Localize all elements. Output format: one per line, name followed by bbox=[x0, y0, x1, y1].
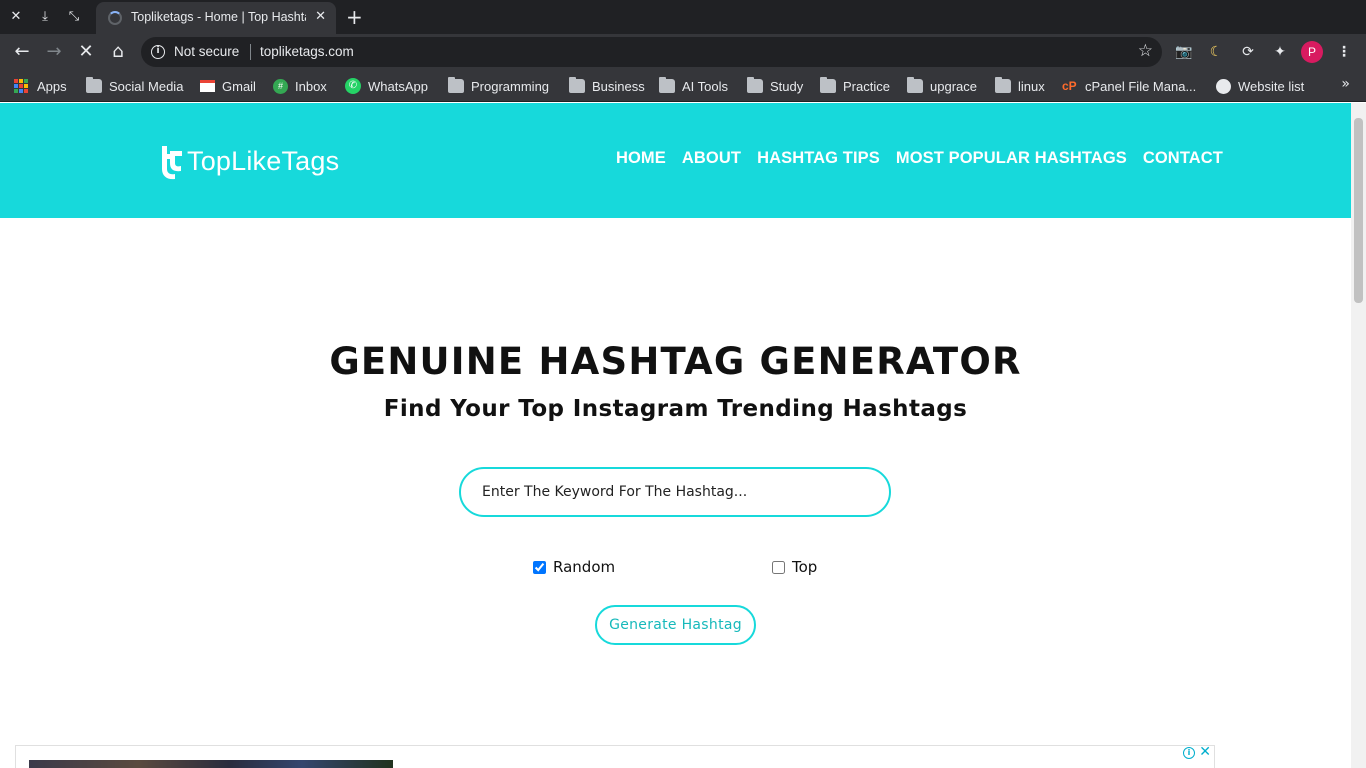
bookmark-gmail[interactable]: Gmail bbox=[200, 77, 256, 95]
bookmark-label: Programming bbox=[471, 78, 550, 94]
folder-icon bbox=[995, 77, 1011, 93]
scrollbar-thumb[interactable] bbox=[1354, 118, 1363, 303]
folder-icon bbox=[659, 77, 675, 93]
restore-window-icon[interactable]: ⤡ bbox=[64, 7, 84, 27]
tab-title: Topliketags - Home | Top Hashtags bbox=[131, 10, 306, 24]
address-separator bbox=[250, 44, 251, 60]
top-label: Top bbox=[792, 558, 818, 576]
folder-icon bbox=[448, 77, 464, 93]
bookmark-apps[interactable]: Apps bbox=[14, 77, 67, 95]
bookmark-ai-tools[interactable]: AI Tools bbox=[659, 77, 728, 95]
inbox-icon: # bbox=[273, 78, 288, 94]
browser-menu-icon[interactable]: ⋮ bbox=[1334, 42, 1354, 62]
close-window-icon[interactable]: ✕ bbox=[6, 7, 26, 27]
new-tab-icon[interactable]: + bbox=[346, 5, 363, 29]
toplike-tags-logo-icon bbox=[162, 146, 182, 180]
bookmark-label: linux bbox=[1018, 78, 1045, 94]
tab-strip: ✕ ⤓ ⤡ Topliketags - Home | Top Hashtags … bbox=[0, 0, 1366, 34]
folder-icon bbox=[86, 77, 102, 93]
ad-close-icon[interactable]: ✕ bbox=[1199, 744, 1211, 760]
site-logo[interactable]: TopLikeTags bbox=[158, 142, 339, 180]
logo-text: TopLikeTags bbox=[187, 145, 340, 176]
camera-extension-icon[interactable]: 📷 bbox=[1174, 42, 1194, 62]
main-nav: HOME ABOUT HASHTAG TIPS MOST POPULAR HAS… bbox=[616, 149, 1223, 168]
top-checkbox[interactable] bbox=[772, 560, 785, 574]
random-label: Random bbox=[553, 558, 616, 576]
browser-tab-active[interactable]: Topliketags - Home | Top Hashtags ✕ bbox=[96, 2, 336, 34]
random-checkbox[interactable] bbox=[533, 560, 546, 574]
nav-contact[interactable]: CONTACT bbox=[1143, 149, 1223, 168]
url-text[interactable]: topliketags.com bbox=[260, 44, 354, 59]
bookmark-label: Gmail bbox=[222, 78, 256, 94]
bookmark-label: AI Tools bbox=[682, 78, 729, 94]
random-option[interactable]: Random bbox=[533, 558, 615, 576]
ad-info-icon[interactable]: i bbox=[1183, 747, 1195, 759]
web-page: TopLikeTags HOME ABOUT HASHTAG TIPS MOST… bbox=[0, 103, 1351, 768]
apps-grid-icon bbox=[14, 79, 30, 93]
bookmark-cpanel[interactable]: cP cPanel File Mana... bbox=[1062, 77, 1196, 95]
stop-loading-icon[interactable]: ✕ bbox=[74, 40, 98, 64]
nav-home[interactable]: HOME bbox=[616, 149, 666, 168]
keyword-search-input[interactable] bbox=[459, 467, 891, 517]
nav-hashtag-tips[interactable]: HASHTAG TIPS bbox=[757, 149, 880, 168]
security-status[interactable]: Not secure bbox=[174, 44, 239, 59]
bookmark-label: Inbox bbox=[295, 78, 327, 94]
bookmark-website-list[interactable]: Website list bbox=[1216, 77, 1304, 95]
bookmark-label: Social Media bbox=[109, 78, 184, 94]
bookmark-label: WhatsApp bbox=[368, 78, 428, 94]
bookmark-study[interactable]: Study bbox=[747, 77, 803, 95]
folder-icon bbox=[907, 77, 923, 93]
hero-title: GENUINE HASHTAG GENERATOR bbox=[329, 340, 1022, 383]
bookmark-linux[interactable]: linux bbox=[995, 77, 1045, 95]
extensions-puzzle-icon[interactable]: ✦ bbox=[1270, 42, 1290, 62]
bookmark-label: Study bbox=[770, 78, 804, 94]
bookmark-star-icon[interactable]: ☆ bbox=[1138, 41, 1153, 61]
bookmark-label: Practice bbox=[843, 78, 890, 94]
tab-close-icon[interactable]: ✕ bbox=[315, 9, 326, 24]
bookmark-programming[interactable]: Programming bbox=[448, 77, 549, 95]
home-icon[interactable]: ⌂ bbox=[106, 40, 130, 64]
globe-icon bbox=[1216, 78, 1231, 94]
generate-hashtag-button[interactable]: Generate Hashtag bbox=[595, 605, 756, 645]
bookmark-label: Business bbox=[592, 78, 645, 94]
top-option[interactable]: Top bbox=[772, 558, 817, 576]
minimize-window-icon[interactable]: ⤓ bbox=[35, 7, 55, 27]
bookmark-upgrace[interactable]: upgrace bbox=[907, 77, 977, 95]
loading-spinner-icon bbox=[108, 11, 122, 25]
more-bookmarks-icon[interactable]: » bbox=[1341, 76, 1350, 92]
bookmark-label: upgrace bbox=[930, 78, 977, 94]
hero-subtitle: Find Your Top Instagram Trending Hashtag… bbox=[383, 396, 968, 422]
dark-mode-extension-icon[interactable]: ☾ bbox=[1206, 42, 1226, 62]
bookmark-practice[interactable]: Practice bbox=[820, 77, 890, 95]
cpanel-icon: cP bbox=[1062, 79, 1077, 93]
bookmark-business[interactable]: Business bbox=[569, 77, 645, 95]
sync-extension-icon[interactable]: ⟳ bbox=[1238, 42, 1258, 62]
advertisement-banner[interactable]: i ✕ bbox=[15, 744, 1215, 768]
browser-toolbar: ← → ✕ ⌂ i Not secure topliketags.com ☆ 📷… bbox=[0, 34, 1366, 70]
back-arrow-icon[interactable]: ← bbox=[10, 40, 34, 64]
bookmark-social-media[interactable]: Social Media bbox=[86, 77, 183, 95]
site-info-icon[interactable]: i bbox=[151, 45, 165, 59]
site-header: TopLikeTags HOME ABOUT HASHTAG TIPS MOST… bbox=[0, 103, 1351, 218]
bookmarks-bar: Apps Social Media Gmail # Inbox ✆ WhatsA… bbox=[0, 70, 1366, 102]
bookmark-label: cPanel File Mana... bbox=[1085, 78, 1197, 94]
address-bar[interactable]: i Not secure topliketags.com ☆ bbox=[141, 37, 1162, 67]
folder-icon bbox=[820, 77, 836, 93]
folder-icon bbox=[747, 77, 763, 93]
forward-arrow-icon[interactable]: → bbox=[42, 40, 66, 64]
bookmark-label: Website list bbox=[1238, 78, 1305, 94]
gmail-icon bbox=[200, 80, 215, 92]
nav-about[interactable]: ABOUT bbox=[682, 149, 741, 168]
bookmark-label: Apps bbox=[37, 78, 67, 94]
profile-avatar[interactable]: P bbox=[1301, 41, 1323, 63]
ad-image[interactable] bbox=[29, 760, 393, 768]
folder-icon bbox=[569, 77, 585, 93]
nav-most-popular-hashtags[interactable]: MOST POPULAR HASHTAGS bbox=[896, 149, 1127, 168]
whatsapp-icon: ✆ bbox=[345, 78, 361, 94]
page-scrollbar[interactable] bbox=[1351, 103, 1366, 768]
bookmark-whatsapp[interactable]: ✆ WhatsApp bbox=[345, 77, 428, 95]
bookmark-inbox[interactable]: # Inbox bbox=[273, 77, 327, 95]
